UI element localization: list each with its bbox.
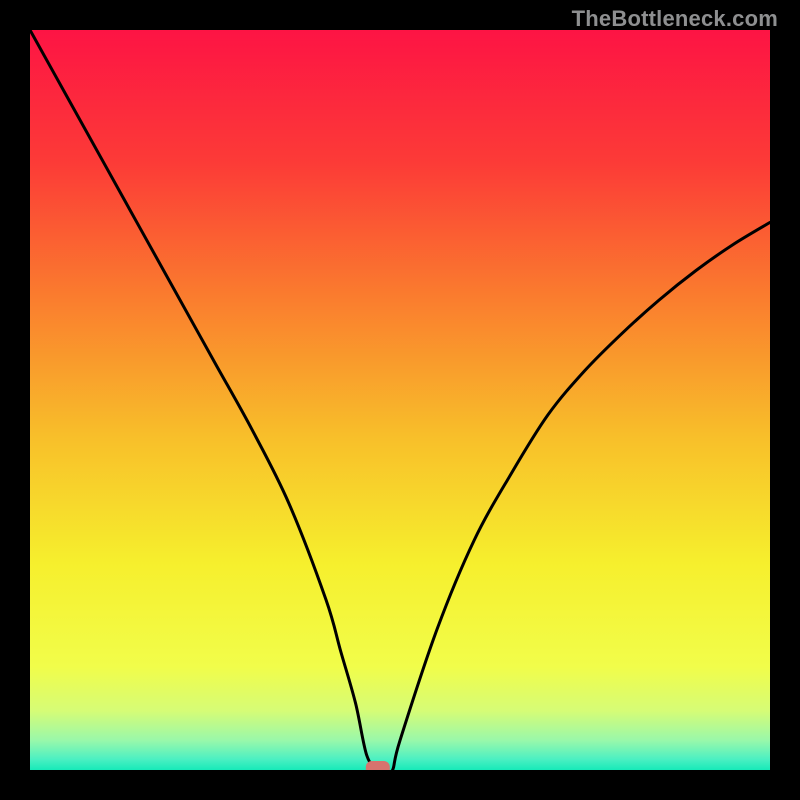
optimal-point-marker: [366, 761, 390, 770]
chart-frame: TheBottleneck.com: [0, 0, 800, 800]
watermark-text: TheBottleneck.com: [572, 6, 778, 32]
plot-area: [30, 30, 770, 770]
chart-svg: [30, 30, 770, 770]
gradient-background: [30, 30, 770, 770]
